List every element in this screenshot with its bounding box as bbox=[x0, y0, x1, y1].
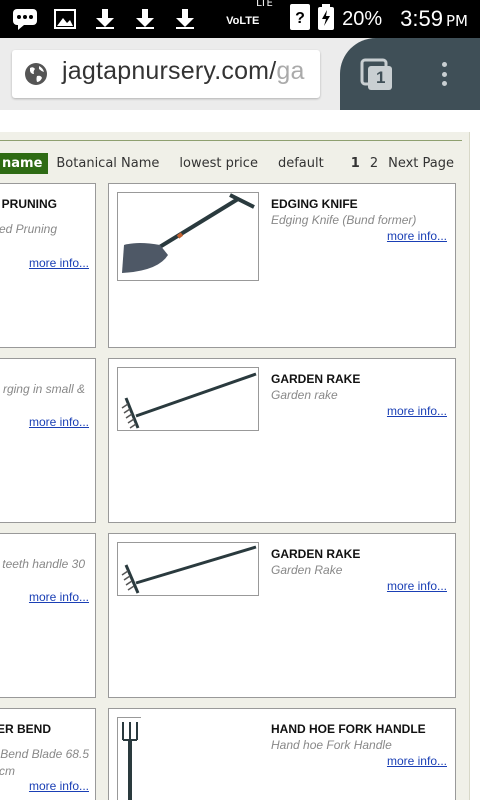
product-subtitle: Bend Blade 68.5 bbox=[0, 747, 89, 761]
hand-hoe-fork-image bbox=[122, 722, 138, 800]
product-title: PRUNING bbox=[1, 197, 57, 211]
volte-indicator: VoLTE LTE bbox=[226, 0, 282, 32]
overflow-menu-button[interactable] bbox=[434, 58, 454, 90]
more-info-link[interactable]: more info... bbox=[387, 579, 447, 593]
product-card: GARDEN RAKE Garden rake more info... bbox=[108, 358, 456, 523]
more-info-link[interactable]: more info... bbox=[387, 229, 447, 243]
product-card: EDGING KNIFE Edging Knife (Bund former) … bbox=[108, 183, 456, 348]
battery-percent: 20% bbox=[342, 7, 383, 30]
product-image[interactable] bbox=[117, 192, 259, 281]
product-card: rging in small & more info... bbox=[0, 358, 96, 523]
download-icon bbox=[172, 7, 198, 31]
battery-charging-icon bbox=[318, 4, 335, 34]
product-title: HAND HOE FORK HANDLE bbox=[271, 722, 426, 736]
tab-switcher-button[interactable]: 1 bbox=[360, 58, 394, 92]
product-subtitle: cm bbox=[0, 764, 15, 778]
sort-bar: name Botanical Name lowest price default… bbox=[0, 152, 462, 174]
more-info-link[interactable]: more info... bbox=[29, 415, 89, 429]
volte-label: VoLTE bbox=[226, 15, 260, 27]
url-bar[interactable]: jagtapnursery.com/ga bbox=[12, 50, 320, 98]
product-title: EDGING KNIFE bbox=[271, 197, 358, 211]
download-icon bbox=[92, 7, 118, 31]
notification-icons bbox=[12, 7, 198, 31]
svg-text:?: ? bbox=[295, 10, 305, 27]
edging-knife-image bbox=[122, 193, 255, 273]
url-text: jagtapnursery.com/ga bbox=[62, 57, 305, 86]
more-info-link[interactable]: more info... bbox=[29, 590, 89, 604]
product-subtitle: ed Pruning bbox=[0, 222, 57, 236]
browser-toolbar: jagtapnursery.com/ga 1 bbox=[0, 38, 480, 110]
product-subtitle: Garden rake bbox=[271, 388, 338, 402]
clock-time: 3:59 bbox=[400, 6, 443, 31]
web-page: name Botanical Name lowest price default… bbox=[0, 110, 480, 800]
tab-count: 1 bbox=[376, 68, 386, 87]
product-image[interactable] bbox=[117, 717, 141, 800]
system-status: VoLTE LTE ? 20% 3:59 PM bbox=[226, 0, 468, 34]
page-link-2[interactable]: 2 bbox=[370, 156, 378, 171]
product-subtitle: Edging Knife (Bund former) bbox=[271, 213, 417, 227]
download-icon bbox=[132, 7, 158, 31]
product-title: GARDEN RAKE bbox=[271, 372, 361, 386]
product-subtitle: Garden Rake bbox=[271, 563, 343, 577]
more-info-link[interactable]: more info... bbox=[29, 256, 89, 270]
next-page-link[interactable]: Next Page bbox=[388, 156, 454, 171]
product-card: PRUNING ed Pruning more info... bbox=[0, 183, 96, 348]
product-image[interactable] bbox=[117, 542, 259, 596]
product-card: teeth handle 30 more info... bbox=[0, 533, 96, 698]
product-title: GARDEN RAKE bbox=[271, 547, 361, 561]
menu-dot-icon bbox=[441, 81, 447, 86]
chat-notification-icon bbox=[12, 7, 38, 31]
pagination: 1 2 Next Page bbox=[351, 156, 454, 171]
sort-option-name[interactable]: name bbox=[0, 152, 49, 174]
product-subtitle: teeth handle 30 bbox=[2, 557, 85, 571]
product-card: HAND HOE FORK HANDLE Hand hoe Fork Handl… bbox=[108, 708, 456, 800]
product-title: ER BEND bbox=[0, 722, 51, 736]
url-path: ga bbox=[276, 57, 305, 85]
image-notification-icon bbox=[52, 7, 78, 31]
garden-rake-image bbox=[121, 372, 257, 429]
more-info-link[interactable]: more info... bbox=[387, 754, 447, 768]
sort-option-price[interactable]: lowest price bbox=[179, 156, 258, 171]
globe-icon bbox=[25, 63, 47, 85]
menu-dot-icon bbox=[441, 62, 447, 67]
status-bar: VoLTE LTE ? 20% 3:59 PM bbox=[0, 0, 480, 38]
product-subtitle: Hand hoe Fork Handle bbox=[271, 738, 392, 752]
lte-label: LTE bbox=[256, 0, 273, 9]
product-subtitle: rging in small & bbox=[2, 382, 85, 396]
sort-option-botanical[interactable]: Botanical Name bbox=[56, 156, 159, 171]
more-info-link[interactable]: more info... bbox=[387, 404, 447, 418]
garden-rake-image bbox=[121, 545, 257, 594]
product-card: GARDEN RAKE Garden Rake more info... bbox=[108, 533, 456, 698]
product-image[interactable] bbox=[117, 367, 259, 431]
signal-unknown-icon: ? bbox=[290, 4, 311, 34]
more-info-link[interactable]: more info... bbox=[29, 779, 89, 793]
product-card: ER BEND Bend Blade 68.5 cm more info... bbox=[0, 708, 96, 800]
url-host: jagtapnursery.com/ bbox=[62, 57, 277, 85]
clock-ampm: PM bbox=[446, 12, 468, 30]
page-link-1[interactable]: 1 bbox=[351, 156, 360, 171]
sort-option-default[interactable]: default bbox=[278, 156, 324, 171]
divider bbox=[0, 140, 462, 141]
menu-dot-icon bbox=[441, 71, 447, 77]
